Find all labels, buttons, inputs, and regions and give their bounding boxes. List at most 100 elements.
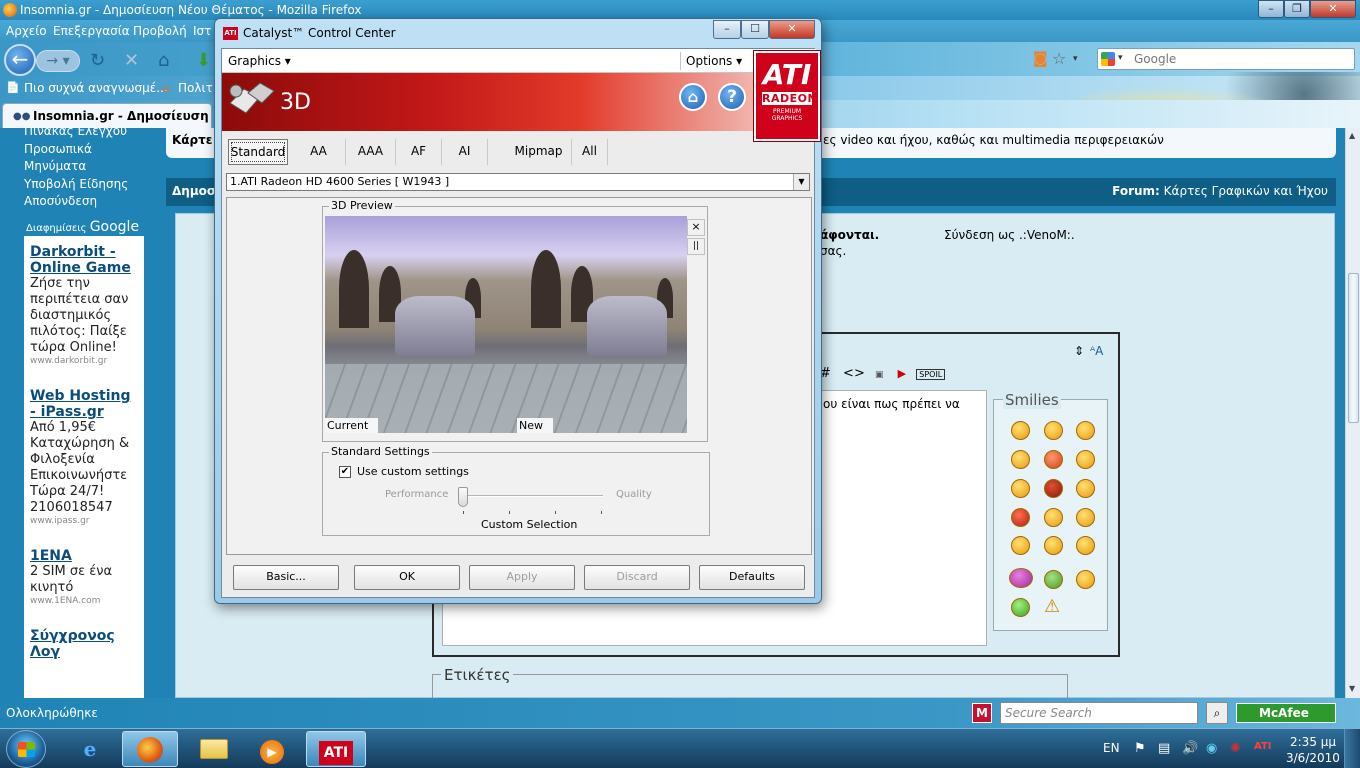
menu-history[interactable]: Ιστ [193,24,211,38]
smiley-icon[interactable] [1044,536,1063,555]
close-button[interactable]: ✕ [1310,0,1356,18]
taskbar-ati[interactable]: ATI [306,731,366,767]
forward-button[interactable]: → ▾ [36,50,80,72]
tab-aaa[interactable]: AAA [346,139,396,165]
taskbar-explorer[interactable] [186,731,242,767]
php-icon[interactable]: ▣ [875,370,884,380]
ad-title[interactable]: Web Hosting - iPass.gr [30,388,138,420]
url-dropdown-icon[interactable]: ▾ [1073,54,1078,64]
help-button[interactable]: ? [718,83,746,111]
smiley-icon[interactable] [1076,421,1095,440]
network-icon[interactable]: ▤ [1158,741,1170,756]
reload-icon[interactable]: ↻ [90,50,105,71]
spoiler-icon[interactable]: SPOIL [916,369,946,380]
sidebar-control-panel[interactable]: Πίνακας Ελέγχου [24,128,146,141]
ad-item[interactable]: Web Hosting - iPass.gr Από 1,95€ Καταχώρ… [24,388,144,526]
youtube-icon[interactable]: ▶ [898,367,906,380]
tab-all[interactable]: All [572,139,608,165]
sidebar-submit-news[interactable]: Υποβολή Είδησης [24,176,146,194]
smiley-icon[interactable] [1076,479,1095,498]
mcafee-tray-icon[interactable]: ✺ [1230,741,1241,756]
sync-icon[interactable]: ◉ [1206,741,1217,756]
font-size-icon[interactable]: ᴬA [1090,344,1103,358]
taskbar-media-player[interactable]: ▶ [244,731,300,767]
smiley-icon[interactable] [1011,479,1030,498]
quality-slider-thumb[interactable] [458,487,468,507]
ad-item[interactable]: Σύγχρονος Λογ [24,628,144,660]
search-input[interactable]: Google [1134,52,1176,66]
back-button[interactable]: ← [4,44,36,76]
stop-icon[interactable]: ✕ [124,50,139,71]
taskbar-ie-icon[interactable]: e [62,731,118,767]
secure-search-input[interactable]: Secure Search [1000,702,1198,724]
quality-slider-track[interactable] [463,495,603,497]
maximize-button[interactable]: ❐ [1284,0,1310,18]
forum-name[interactable]: Κάρτες Γραφικών και Ήχου [1164,184,1328,198]
minimize-button[interactable]: – [1258,0,1284,18]
defaults-button[interactable]: Defaults [699,565,805,590]
use-custom-label[interactable]: Use custom settings [357,465,469,478]
ad-item[interactable]: Darkorbit - Online Game Ζήσε την περιπέτ… [24,244,144,366]
preview-close-button[interactable]: × [687,219,705,236]
smiley-icon[interactable] [1009,568,1033,588]
smiley-icon[interactable] [1044,570,1063,589]
ad-title[interactable]: Darkorbit - Online Game [30,244,138,276]
smiley-icon[interactable] [1044,508,1063,527]
start-button[interactable] [6,730,46,768]
taskbar-firefox[interactable] [122,731,178,767]
dialog-maximize-button[interactable]: ☐ [741,20,769,39]
smiley-icon[interactable] [1044,450,1063,469]
download-icon[interactable]: ⬇ [196,50,211,71]
volume-icon[interactable]: 🔊 [1182,741,1198,756]
scroll-down-icon[interactable]: ▼ [1349,684,1355,693]
smiley-icon[interactable] [1044,421,1063,440]
dialog-minimize-button[interactable]: – [713,20,741,39]
warning-icon[interactable]: ⚠ [1044,596,1060,617]
bookmark-star-icon[interactable]: ☆ [1052,49,1066,68]
bookmark-most-visited[interactable]: Πιο συχνά αναγνωσμέ... [24,81,168,95]
bookmark-politics[interactable]: Πολιτ [178,81,213,95]
language-indicator[interactable]: EN [1103,741,1120,755]
chevron-down-icon[interactable]: ▾ [1118,53,1123,63]
action-center-icon[interactable]: ⚑ [1134,741,1146,756]
clock-date[interactable]: 3/6/2010 [1286,751,1340,765]
smiley-icon[interactable] [1011,450,1030,469]
smiley-icon[interactable] [1011,536,1030,555]
tab-standard[interactable]: Standard [228,139,288,165]
basic-button[interactable]: Basic... [233,565,339,590]
smiley-icon[interactable] [1044,479,1063,498]
ok-button[interactable]: OK [354,565,460,590]
ati-tray-icon[interactable]: ATI [1254,741,1272,752]
menu-view[interactable]: Προβολή [133,24,187,38]
tab-af[interactable]: AF [396,139,442,165]
preview-pause-button[interactable]: || [687,238,705,255]
home-button[interactable]: ⌂ [679,83,707,111]
tab-aa[interactable]: AA [292,139,346,165]
smiley-icon[interactable] [1011,508,1030,527]
options-menu[interactable]: Options ▾ [686,54,742,68]
smiley-icon[interactable] [1011,598,1030,617]
smiley-icon[interactable] [1076,508,1095,527]
scroll-thumb[interactable] [1348,273,1359,423]
smiley-icon[interactable] [1076,450,1095,469]
ad-title[interactable]: Σύγχρονος Λογ [30,628,138,660]
resize-icon[interactable]: ⇕ [1074,344,1084,358]
clock-time[interactable]: 2:35 μμ [1290,735,1336,749]
show-desktop-button[interactable] [1344,729,1360,768]
smiley-icon[interactable] [1076,536,1095,555]
home-icon[interactable]: ⌂ [158,50,169,71]
code-icon[interactable]: <> [843,366,865,381]
menu-file[interactable]: Αρχείο [6,24,47,38]
smiley-icon[interactable] [1011,421,1030,440]
ad-item[interactable]: 1ENA 2 SIM σε ένα κινητό www.1ENA.com [24,548,144,606]
ad-title[interactable]: 1ENA [30,548,138,564]
tab-insomnia[interactable]: ●● Insomnia.gr - Δημοσίευση Νέου Θ [2,103,212,128]
tab-mipmap[interactable]: Mipmap [506,139,572,165]
device-select[interactable]: 1.ATI Radeon HD 4600 Series [ W1943 ] ▼ [226,173,810,191]
menu-edit[interactable]: Επεξεργασία [53,24,130,38]
use-custom-checkbox[interactable]: ✔ [339,466,351,478]
graphics-menu[interactable]: Graphics ▾ [228,54,291,68]
search-box[interactable]: ▾ Google [1097,48,1355,70]
apply-button[interactable]: Apply [469,565,575,590]
forum-bar-forum[interactable]: Forum: Κάρτες Γραφικών και Ήχου [1112,184,1328,198]
